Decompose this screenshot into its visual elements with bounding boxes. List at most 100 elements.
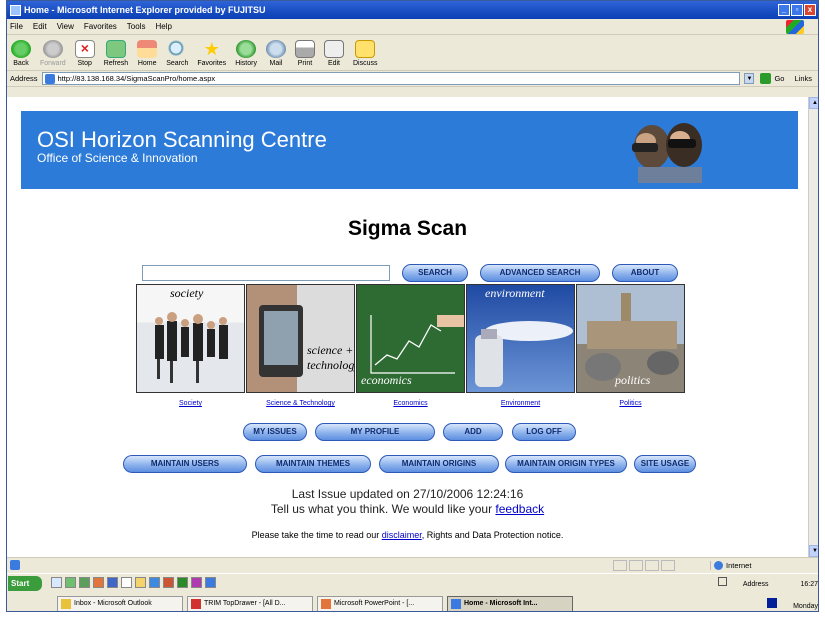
menu-favorites[interactable]: Favorites bbox=[84, 22, 117, 31]
header-banner: OSI Horizon Scanning Centre Office of Sc… bbox=[21, 111, 798, 189]
ie-quicklaunch-icon[interactable] bbox=[51, 577, 62, 588]
browser-window: Home - Microsoft Internet Explorer provi… bbox=[6, 0, 819, 612]
tray-address-label[interactable]: Address bbox=[743, 581, 769, 588]
politics-overlay: politics bbox=[615, 373, 651, 387]
tree-quicklaunch-icon[interactable] bbox=[177, 577, 188, 588]
windows-logo-icon bbox=[786, 20, 804, 34]
taskbar: Start Inbox - Microsoft Outlook TRIM Top… bbox=[7, 573, 818, 611]
word-quicklaunch-icon[interactable] bbox=[107, 577, 118, 588]
maintain-origins-button[interactable]: MAINTAIN ORIGINS bbox=[379, 455, 499, 473]
maintain-origin-types-button[interactable]: MAINTAIN ORIGIN TYPES bbox=[505, 455, 627, 473]
menu-view[interactable]: View bbox=[57, 22, 74, 31]
start-button[interactable]: Start bbox=[8, 576, 42, 591]
app-quicklaunch-icon[interactable] bbox=[163, 577, 174, 588]
links-button[interactable]: Links bbox=[794, 74, 812, 83]
science-technology-link[interactable]: Science & Technology bbox=[246, 400, 355, 407]
politics-link[interactable]: Politics bbox=[576, 400, 685, 407]
history-button[interactable]: History bbox=[235, 40, 257, 67]
page-content: OSI Horizon Scanning Centre Office of Sc… bbox=[7, 97, 808, 557]
status-pane bbox=[629, 559, 643, 571]
go-arrow-icon[interactable] bbox=[760, 73, 772, 84]
task-outlook[interactable]: Inbox - Microsoft Outlook bbox=[57, 596, 183, 611]
scroll-up-icon[interactable]: ▲ bbox=[809, 97, 818, 109]
clock-time[interactable]: 16:27 bbox=[800, 581, 818, 588]
search-input[interactable] bbox=[142, 265, 390, 281]
discuss-button[interactable]: Discuss bbox=[353, 40, 377, 67]
edit-button[interactable]: Edit bbox=[323, 40, 344, 67]
about-button[interactable]: ABOUT bbox=[612, 264, 678, 282]
stop-button[interactable]: Stop bbox=[74, 40, 95, 67]
menu-edit[interactable]: Edit bbox=[33, 22, 47, 31]
economics-overlay: economics bbox=[361, 373, 412, 387]
address-url: http://83.138.168.34/SigmaScanPro/home.a… bbox=[57, 74, 216, 83]
system-tray: Address 16:27 bbox=[718, 577, 818, 588]
add-button[interactable]: ADD bbox=[443, 423, 503, 441]
disclaimer-line: Please take the time to read our disclai… bbox=[251, 530, 564, 540]
search-button[interactable]: Search bbox=[166, 40, 188, 67]
economics-tile[interactable]: economics bbox=[356, 284, 465, 393]
disclaimer-link[interactable]: disclaimer bbox=[382, 530, 422, 540]
outlook-quicklaunch-icon[interactable] bbox=[149, 577, 160, 588]
done-page-icon bbox=[10, 560, 20, 570]
log-off-button[interactable]: LOG OFF bbox=[512, 423, 576, 441]
society-link[interactable]: Society bbox=[136, 400, 245, 407]
edit-icon bbox=[323, 40, 344, 58]
print-button[interactable]: Print bbox=[294, 40, 315, 67]
page-icon bbox=[44, 73, 55, 84]
environment-link[interactable]: Environment bbox=[466, 400, 575, 407]
maintain-themes-button[interactable]: MAINTAIN THEMES bbox=[255, 455, 371, 473]
science-technology-image bbox=[247, 285, 303, 392]
task-internet-explorer[interactable]: Home - Microsoft Int... bbox=[447, 596, 573, 611]
favorites-button[interactable]: ★ Favorites bbox=[197, 40, 226, 67]
project-quicklaunch-icon[interactable] bbox=[79, 577, 90, 588]
refresh-button[interactable]: Refresh bbox=[104, 40, 128, 67]
menu-file[interactable]: File bbox=[10, 22, 23, 31]
excel-quicklaunch-icon[interactable] bbox=[65, 577, 76, 588]
clock-day: Monday bbox=[793, 603, 818, 610]
site-usage-button[interactable]: SITE USAGE bbox=[634, 455, 696, 473]
help-icon[interactable] bbox=[718, 577, 728, 586]
address-dropdown-icon[interactable]: ▼ bbox=[744, 73, 755, 84]
page-heading: Sigma Scan bbox=[347, 217, 468, 240]
site-title: OSI Horizon Scanning Centre bbox=[37, 127, 327, 152]
back-button[interactable]: Back bbox=[11, 40, 31, 67]
scroll-down-icon[interactable]: ▼ bbox=[809, 545, 818, 557]
environment-tile[interactable]: environment bbox=[466, 284, 575, 393]
minimize-button[interactable]: _ bbox=[778, 4, 790, 16]
address-input[interactable]: http://83.138.168.34/SigmaScanPro/home.a… bbox=[41, 72, 741, 85]
vertical-scrollbar[interactable]: ▲ ▼ bbox=[808, 97, 818, 557]
go-button[interactable]: Go bbox=[774, 74, 784, 83]
refresh-icon bbox=[105, 40, 126, 58]
task-powerpoint[interactable]: Microsoft PowerPoint - [... bbox=[317, 596, 443, 611]
media-quicklaunch-icon[interactable] bbox=[191, 577, 202, 588]
title-bar[interactable]: Home - Microsoft Internet Explorer provi… bbox=[7, 1, 818, 19]
science-technology-tile[interactable]: science + technology bbox=[246, 284, 355, 393]
task-trim[interactable]: TRIM TopDrawer - [All D... bbox=[187, 596, 313, 611]
folder-quicklaunch-icon[interactable] bbox=[135, 577, 146, 588]
address-label: Address bbox=[10, 74, 38, 83]
printer-icon bbox=[294, 40, 315, 58]
restore-button[interactable]: ▫ bbox=[791, 4, 803, 16]
my-issues-button[interactable]: MY ISSUES bbox=[243, 423, 307, 441]
powerpoint-quicklaunch-icon[interactable] bbox=[93, 577, 104, 588]
maintain-users-button[interactable]: MAINTAIN USERS bbox=[123, 455, 247, 473]
zone-indicator: Internet bbox=[710, 560, 818, 570]
menu-help[interactable]: Help bbox=[155, 22, 171, 31]
search-button[interactable]: SEARCH bbox=[402, 264, 468, 282]
society-tile[interactable]: society bbox=[136, 284, 245, 393]
star-icon: ★ bbox=[203, 39, 220, 59]
my-profile-button[interactable]: MY PROFILE bbox=[315, 423, 435, 441]
home-button[interactable]: Home bbox=[137, 40, 158, 67]
advanced-search-button[interactable]: ADVANCED SEARCH bbox=[480, 264, 600, 282]
desktop-quicklaunch-icon[interactable] bbox=[121, 577, 132, 588]
close-button[interactable]: x bbox=[804, 4, 816, 16]
ie-quicklaunch-icon-2[interactable] bbox=[205, 577, 216, 588]
tray-app-icon[interactable] bbox=[767, 598, 778, 608]
environment-image bbox=[475, 321, 573, 387]
menu-tools[interactable]: Tools bbox=[127, 22, 146, 31]
mail-button[interactable]: Mail bbox=[265, 40, 286, 67]
politics-tile[interactable]: politics bbox=[576, 284, 685, 393]
economics-link[interactable]: Economics bbox=[356, 400, 465, 407]
feedback-link[interactable]: feedback bbox=[495, 502, 544, 516]
forward-button[interactable]: Forward bbox=[40, 40, 66, 67]
